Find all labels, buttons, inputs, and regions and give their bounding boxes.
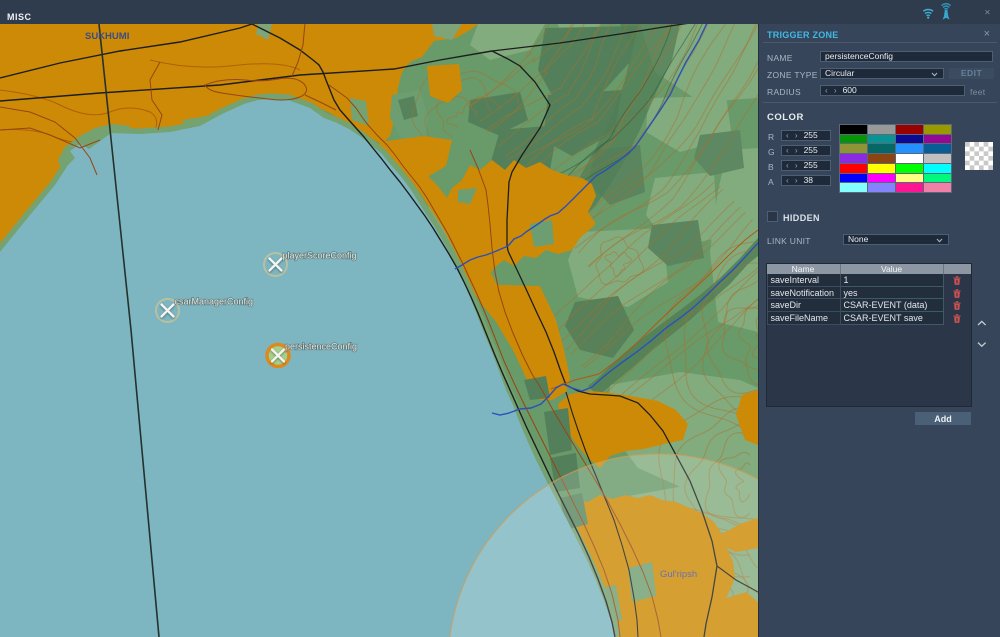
svg-text:playerScoreConfig: playerScoreConfig xyxy=(283,251,357,261)
svg-text:Gul'ripsh: Gul'ripsh xyxy=(660,569,697,580)
svg-text:csarManagerConfig: csarManagerConfig xyxy=(175,297,254,307)
svg-text:SUKHUMI: SUKHUMI xyxy=(85,31,129,42)
svg-text:×: × xyxy=(985,8,991,19)
svg-text:persistenceConfig: persistenceConfig xyxy=(285,342,357,352)
